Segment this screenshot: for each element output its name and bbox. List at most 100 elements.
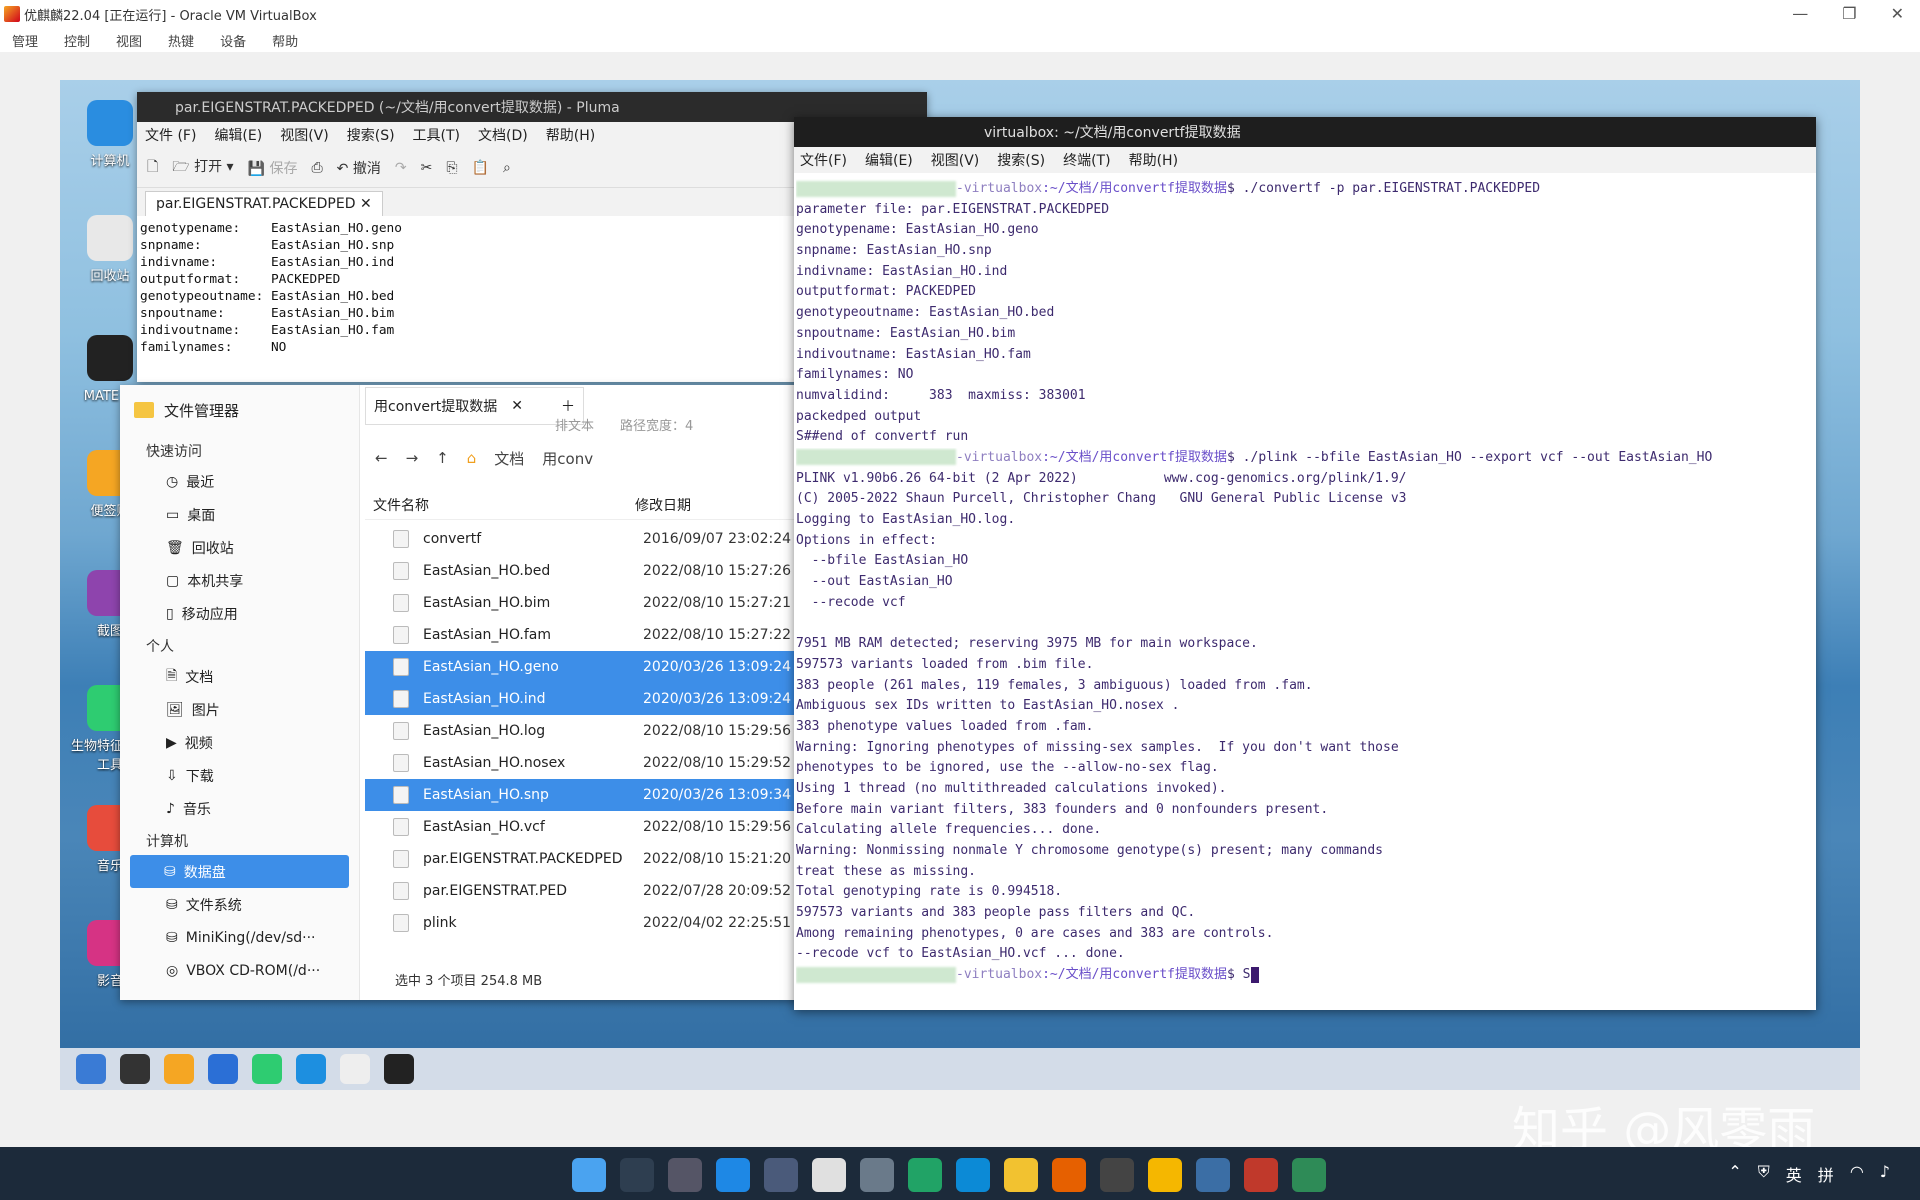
fm-section-quick[interactable]: 快速访问 [120,435,359,465]
ime-indicator[interactable]: 拼 [1818,1162,1834,1186]
virtualbox-icon[interactable] [1196,1158,1230,1192]
wifi-icon[interactable]: ◠ [1850,1162,1864,1186]
explorer-icon[interactable] [1148,1158,1182,1192]
close-icon[interactable]: ✕ [1891,4,1904,23]
path-segment-current[interactable]: 用conv [542,448,593,469]
sidebar-item-downloads[interactable]: ⇩ 下载 [120,759,359,792]
edge-icon[interactable] [956,1158,990,1192]
file-row[interactable]: EastAsian_HO.nosex 2022/08/10 15:29:52 [365,747,800,779]
host-menu-help[interactable]: 帮助 [272,31,298,50]
app2-icon[interactable] [1292,1158,1326,1192]
settings-icon[interactable] [860,1158,894,1192]
column-date[interactable]: 修改日期 [635,495,691,515]
lang-indicator[interactable]: 英 [1786,1162,1802,1186]
pluma-menu-search[interactable]: 搜索(S) [347,125,395,145]
open-button[interactable]: 🗁 打开 ▾ [172,156,233,180]
terminal-app-icon[interactable] [384,1054,414,1084]
host-menu-hotkey[interactable]: 热键 [168,31,194,50]
redo-icon[interactable]: ↷ [395,160,407,176]
term-menu-file[interactable]: 文件(F) [800,150,847,170]
search-icon[interactable]: ⌕ [503,160,511,176]
sidebar-item-mobile[interactable]: ▯ 移动应用 [120,597,359,630]
pluma-menu-tools[interactable]: 工具(T) [413,125,460,145]
pluma-menu-view[interactable]: 视图(V) [280,125,329,145]
file-row[interactable]: convertf 2016/09/07 23:02:24 [365,523,800,555]
new-tab-icon[interactable]: ＋ [561,396,575,416]
app-icon[interactable] [1244,1158,1278,1192]
file-manager-app-icon[interactable] [296,1054,326,1084]
sidebar-item-recent[interactable]: ◷ 最近 [120,465,359,498]
calculator-icon[interactable] [764,1158,798,1192]
sidebar-item-videos[interactable]: ▶ 视频 [120,726,359,759]
term-menu-edit[interactable]: 编辑(E) [865,150,913,170]
print-icon[interactable]: ⎙ [311,160,322,176]
file-row[interactable]: par.EIGENSTRAT.PACKEDPED 2022/08/10 15:21… [365,843,800,875]
home-icon[interactable]: ⌂ [467,449,477,467]
pluma-menu-file[interactable]: 文件 (F) [145,125,196,145]
obs-icon[interactable] [1100,1158,1134,1192]
pluma-menu-edit[interactable]: 编辑(E) [214,125,262,145]
column-name[interactable]: 文件名称 [365,495,635,515]
sidebar-item-trash[interactable]: 🗑 回收站 [120,531,359,564]
fm-section-computer[interactable]: 计算机 [120,825,359,855]
shield-icon[interactable]: ⛨ [1758,1162,1770,1186]
sidebar-item-cdrom[interactable]: ◎ VBOX CD-ROM(/d··· [120,954,359,987]
chevron-up-icon[interactable]: ⌃ [1728,1162,1741,1186]
windows-start-icon[interactable] [572,1158,606,1192]
up-icon[interactable]: ↑ [436,449,449,467]
file-row[interactable]: EastAsian_HO.snp 2020/03/26 13:09:34 [365,779,800,811]
sidebar-item-share[interactable]: ▢ 本机共享 [120,564,359,597]
host-menu-manage[interactable]: 管理 [12,31,38,50]
mail-icon[interactable] [716,1158,750,1192]
pluma-menu-documents[interactable]: 文档(D) [478,125,528,145]
software-center-icon[interactable] [252,1054,282,1084]
start-menu-icon[interactable] [76,1054,106,1084]
file-row[interactable]: EastAsian_HO.bim 2022/08/10 15:27:21 [365,587,800,619]
sidebar-item-filesystem[interactable]: ⛁ 文件系统 [120,888,359,921]
new-file-icon[interactable]: 🗋 [147,156,158,180]
chrome-icon[interactable] [1004,1158,1038,1192]
volume-icon[interactable]: ♪ [1880,1162,1890,1186]
file-row[interactable]: EastAsian_HO.vcf 2022/08/10 15:29:56 [365,811,800,843]
sidebar-item-datadisk[interactable]: ⛁ 数据盘 [130,855,349,888]
sidebar-item-music[interactable]: ♪ 音乐 [120,792,359,825]
back-icon[interactable]: ← [375,449,388,467]
file-row[interactable]: EastAsian_HO.geno 2020/03/26 13:09:24 [365,651,800,683]
save-button[interactable]: 💾 保存 [248,158,298,178]
file-row[interactable]: EastAsian_HO.ind 2020/03/26 13:09:24 [365,683,800,715]
close-tab-icon[interactable]: ✕ [511,398,523,414]
undo-button[interactable]: ↶ 撤消 [337,158,381,178]
close-tab-icon[interactable]: ✕ [360,196,372,212]
file-row[interactable]: EastAsian_HO.bed 2022/08/10 15:27:26 [365,555,800,587]
pluma-document-tab[interactable]: par.EIGENSTRAT.PACKEDPED ✕ [145,191,383,216]
notes-app-icon[interactable] [164,1054,194,1084]
sort-dropdown[interactable]: 排文本 [555,415,594,434]
search-icon[interactable] [620,1158,654,1192]
terminal-output[interactable]: -virtualbox:~/文档/用convertf提取数据$ ./conver… [794,179,1804,986]
file-row[interactable]: EastAsian_HO.fam 2022/08/10 15:27:22 [365,619,800,651]
path-width-dropdown[interactable]: 路径宽度：4 [620,415,693,434]
forward-icon[interactable]: → [406,449,419,467]
sidebar-item-pictures[interactable]: 🖼 图片 [120,693,359,726]
host-menu-devices[interactable]: 设备 [220,31,246,50]
sidebar-item-desktop[interactable]: ▭ 桌面 [120,498,359,531]
term-menu-terminal[interactable]: 终端(T) [1063,150,1110,170]
copy-icon[interactable]: ⎘ [446,160,457,176]
wps-icon[interactable] [208,1054,238,1084]
term-menu-search[interactable]: 搜索(S) [997,150,1045,170]
fm-folder-tab[interactable]: 用convert提取数据 ✕ ＋ [365,387,585,425]
sidebar-item-documents[interactable]: 🗎 文档 [120,660,359,693]
file-row[interactable]: EastAsian_HO.log 2022/08/10 15:29:56 [365,715,800,747]
term-menu-help[interactable]: 帮助(H) [1129,150,1178,170]
paste-icon[interactable]: 📋 [472,160,489,176]
path-segment-documents[interactable]: 文档 [494,448,524,469]
term-menu-view[interactable]: 视图(V) [931,150,980,170]
host-menu-control[interactable]: 控制 [64,31,90,50]
file-row[interactable]: par.EIGENSTRAT.PED 2022/07/28 20:09:52 [365,875,800,907]
file-row[interactable]: plink 2022/04/02 22:25:51 [365,907,800,939]
fm-section-personal[interactable]: 个人 [120,630,359,660]
firefox-icon[interactable] [1052,1158,1086,1192]
cut-icon[interactable]: ✂ [421,160,433,176]
restore-icon[interactable]: ❐ [1842,4,1856,23]
pluma-menu-help[interactable]: 帮助(H) [546,125,595,145]
